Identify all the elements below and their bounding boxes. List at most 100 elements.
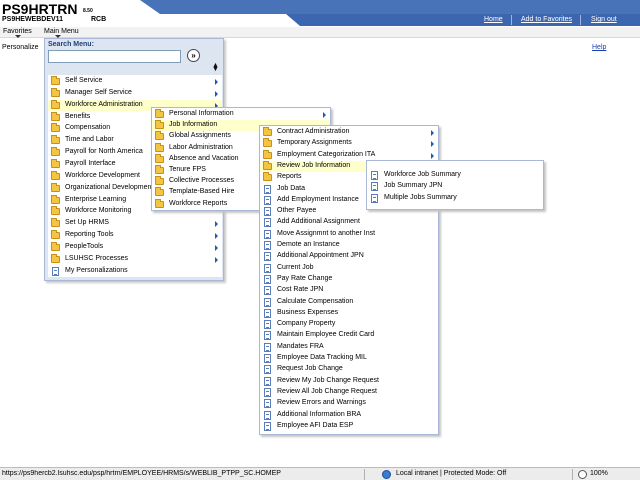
- job-information-item[interactable]: Review Errors and Warnings: [260, 398, 438, 409]
- main-menu-item[interactable]: Reporting Tools: [48, 230, 222, 241]
- workforce-admin-label: Personal Information: [169, 110, 234, 117]
- header-nav: [300, 14, 640, 26]
- folder-icon: [155, 187, 164, 197]
- job-information-label: Mandates FRA: [277, 342, 324, 350]
- review-job-label: Multiple Jobs Summary: [384, 193, 457, 201]
- job-information-item[interactable]: Move Assignmnt to another Inst: [260, 229, 438, 240]
- chevron-right-icon: [431, 130, 434, 136]
- job-information-item[interactable]: Cost Rate JPN: [260, 285, 438, 296]
- add-to-favorites-link[interactable]: Add to Favorites: [521, 16, 572, 23]
- chevron-right-icon: [323, 112, 326, 118]
- main-menu-item[interactable]: Set Up HRMS: [48, 218, 222, 229]
- job-information-item[interactable]: Demote an Instance: [260, 240, 438, 251]
- main-menu-item[interactable]: PeopleTools: [48, 241, 222, 253]
- job-information-label: Other Payee: [277, 207, 317, 215]
- system-name: PS9HRTRN: [2, 1, 78, 17]
- job-information-label: Current Job: [277, 263, 314, 271]
- folder-icon: [51, 147, 60, 157]
- job-information-item[interactable]: Employee AFI Data ESP: [260, 421, 438, 432]
- personalize-link[interactable]: Personalize: [2, 44, 39, 51]
- job-information-item[interactable]: Company Property: [260, 319, 438, 330]
- main-menu-label: Set Up HRMS: [65, 219, 109, 227]
- job-information-label: Temporary Assignments: [277, 139, 352, 147]
- job-information-item[interactable]: Temporary Assignments: [260, 138, 438, 149]
- favorites-menu[interactable]: Favorites: [3, 28, 32, 35]
- job-information-label: Additional Information BRA: [277, 410, 362, 418]
- job-information-label: Company Property: [277, 320, 336, 328]
- document-icon: [264, 297, 271, 307]
- folder-icon: [51, 218, 60, 228]
- folder-icon: [51, 170, 60, 180]
- folder-icon: [51, 111, 60, 121]
- workforce-admin-label: Absence and Vacation: [169, 154, 239, 162]
- zoom-icon[interactable]: [578, 470, 587, 479]
- sort-icon[interactable]: ▲ ▼: [212, 62, 219, 73]
- home-link[interactable]: Home: [484, 16, 503, 23]
- main-menu-label: Workforce Monitoring: [65, 207, 132, 215]
- nav-separator: [580, 15, 581, 25]
- job-information-item[interactable]: Add Additional Assignment: [260, 217, 438, 228]
- page-scrollbar[interactable]: [628, 38, 640, 467]
- help-link[interactable]: Help: [592, 44, 606, 51]
- main-menu-label: Enterprise Learning: [65, 195, 127, 203]
- main-menu-label: LSUHSC Processes: [65, 254, 129, 262]
- security-zone: Local intranet | Protected Mode: Off: [396, 470, 507, 477]
- document-icon: [52, 266, 59, 276]
- review-job-item[interactable]: Multiple Jobs Summary: [367, 193, 543, 204]
- job-information-label: Calculate Compensation: [277, 297, 354, 305]
- search-menu-input[interactable]: [48, 50, 181, 63]
- job-information-label: Review My Job Change Request: [277, 376, 379, 384]
- job-information-label: Contract Administration: [277, 128, 350, 135]
- job-information-item[interactable]: Additional Appointment JPN: [260, 251, 438, 262]
- folder-icon: [51, 241, 60, 251]
- folder-icon: [155, 120, 164, 130]
- job-information-item[interactable]: Review All Job Change Request: [260, 387, 438, 398]
- favorites-dropdown-icon[interactable]: [15, 35, 21, 38]
- job-information-item[interactable]: Employee Data Tracking MIL: [260, 353, 438, 364]
- job-information-item[interactable]: Additional Information BRA: [260, 410, 438, 421]
- workforce-admin-item[interactable]: Personal Information: [152, 109, 330, 120]
- document-icon: [264, 399, 271, 409]
- job-information-item[interactable]: Contract Administration: [260, 127, 438, 138]
- job-information-item[interactable]: Business Expenses: [260, 308, 438, 319]
- nav-decoration: [286, 14, 300, 26]
- main-menu-label: Manager Self Service: [65, 88, 132, 96]
- folder-icon: [51, 230, 60, 240]
- document-icon: [264, 252, 271, 262]
- job-information-item[interactable]: Review My Job Change Request: [260, 376, 438, 387]
- zoom-level[interactable]: 100%: [590, 470, 608, 477]
- job-information-item[interactable]: Maintain Employee Credit Card: [260, 330, 438, 341]
- job-information-item[interactable]: Current Job: [260, 263, 438, 274]
- folder-icon: [263, 138, 272, 148]
- document-icon: [264, 184, 271, 194]
- job-information-label: Pay Rate Change: [277, 274, 333, 282]
- job-information-label: Business Expenses: [277, 308, 339, 316]
- review-job-item[interactable]: Workforce Job Summary: [367, 170, 543, 181]
- job-information-item[interactable]: Employment Categorization ITA: [260, 149, 438, 161]
- document-icon: [264, 229, 271, 239]
- system-version: 8.50: [83, 8, 93, 14]
- document-icon: [264, 331, 271, 341]
- document-icon: [264, 207, 271, 217]
- job-information-label: Employee Data Tracking MIL: [277, 354, 367, 361]
- job-information-item[interactable]: Calculate Compensation: [260, 297, 438, 308]
- main-menu-item[interactable]: My Personalizations: [48, 266, 222, 277]
- review-job-item[interactable]: Job Summary JPN: [367, 181, 543, 192]
- user-id: RCB: [91, 16, 107, 23]
- workforce-admin-label: Labor Administration: [169, 143, 233, 151]
- job-information-item[interactable]: Pay Rate Change: [260, 274, 438, 285]
- main-menu-item[interactable]: LSUHSC Processes: [48, 253, 222, 265]
- search-go-icon[interactable]: »: [187, 49, 200, 62]
- main-menu-label: Payroll Interface: [65, 159, 116, 167]
- document-icon: [264, 387, 271, 397]
- workforce-admin-label: Global Assignments: [169, 132, 231, 140]
- main-menu-item[interactable]: Self Service: [48, 76, 222, 87]
- job-information-item[interactable]: Mandates FRA: [260, 342, 438, 353]
- document-icon: [264, 308, 271, 318]
- document-icon: [371, 171, 378, 180]
- job-information-item[interactable]: Request Job Change: [260, 364, 438, 375]
- main-menu[interactable]: Main Menu: [44, 28, 79, 35]
- main-menu-item[interactable]: Manager Self Service: [48, 87, 222, 99]
- folder-icon: [263, 127, 272, 136]
- sign-out-link[interactable]: Sign out: [591, 16, 617, 23]
